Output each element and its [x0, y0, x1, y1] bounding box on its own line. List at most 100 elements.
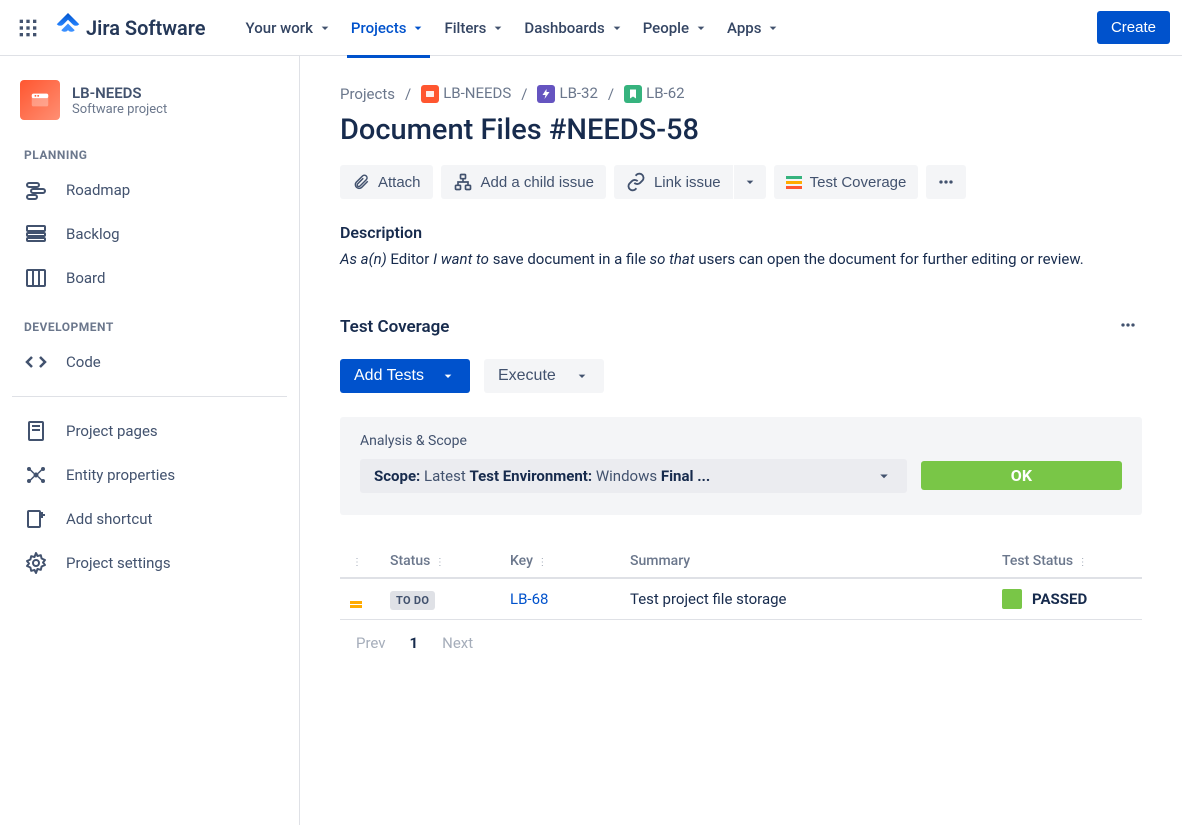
test-coverage-button[interactable]: Test Coverage	[774, 165, 919, 199]
main-content: Projects / LB-NEEDS / LB-32 / LB-62 Docu…	[300, 56, 1182, 825]
story-icon	[624, 85, 642, 103]
description-heading: Description	[340, 223, 1142, 242]
breadcrumb-epic[interactable]: LB-32	[537, 84, 597, 103]
create-button[interactable]: Create	[1097, 11, 1170, 44]
col-test-status[interactable]: Test Status ⋮	[992, 545, 1142, 578]
chevron-down-icon	[410, 20, 426, 36]
page-icon	[24, 419, 48, 443]
test-coverage-more-button[interactable]	[1114, 311, 1142, 343]
sidebar-item-entity-properties[interactable]: Entity properties	[12, 453, 287, 497]
nav-apps[interactable]: Apps	[719, 9, 789, 47]
board-icon	[24, 266, 48, 290]
project-header[interactable]: LB-NEEDS Software project	[12, 80, 287, 128]
nav-items: Your work Projects Filters Dashboards Pe…	[238, 9, 790, 47]
priority-medium-icon	[350, 601, 362, 608]
link-issue-group: Link issue	[614, 165, 766, 199]
test-coverage-heading: Test Coverage	[340, 317, 449, 337]
breadcrumb: Projects / LB-NEEDS / LB-32 / LB-62	[340, 84, 1142, 103]
summary-cell: Test project file storage	[620, 578, 992, 620]
chevron-down-icon	[490, 20, 506, 36]
issue-actions: Attach Add a child issue Link issue Test…	[340, 165, 1142, 199]
analysis-scope-box: Analysis & Scope Scope: Latest Test Envi…	[340, 417, 1142, 515]
project-type: Software project	[72, 102, 167, 117]
description-body[interactable]: As a(n) Editor I want to save document i…	[340, 248, 1142, 271]
nav-filters[interactable]: Filters	[436, 9, 514, 47]
analysis-scope-label: Analysis & Scope	[360, 433, 1122, 449]
chevron-down-icon	[574, 368, 590, 384]
breadcrumb-issue[interactable]: LB-62	[624, 84, 684, 103]
sidebar-section-development: DEVELOPMENT	[12, 300, 287, 340]
link-issue-dropdown[interactable]	[734, 165, 766, 199]
col-summary[interactable]: Summary	[620, 545, 992, 578]
chevron-down-icon	[742, 174, 758, 190]
jira-logo[interactable]: Jira Software	[48, 13, 214, 42]
more-actions-button[interactable]	[926, 165, 966, 199]
table-row[interactable]: TO DO LB-68 Test project file storage PA…	[340, 578, 1142, 620]
entity-icon	[24, 463, 48, 487]
test-status-text: PASSED	[1032, 590, 1087, 608]
col-status[interactable]: Status ⋮	[380, 545, 500, 578]
execute-button[interactable]: Execute	[484, 359, 604, 393]
issue-key-link[interactable]: LB-68	[510, 590, 548, 608]
add-shortcut-icon	[24, 507, 48, 531]
attach-icon	[352, 173, 370, 191]
scope-select[interactable]: Scope: Latest Test Environment: Windows …	[360, 459, 907, 493]
nav-dashboards[interactable]: Dashboards	[516, 9, 632, 47]
link-issue-button[interactable]: Link issue	[614, 165, 733, 199]
project-type-icon	[421, 85, 439, 103]
sidebar-item-add-shortcut[interactable]: Add shortcut	[12, 497, 287, 541]
attach-button[interactable]: Attach	[340, 165, 433, 199]
breadcrumb-projects[interactable]: Projects	[340, 85, 395, 103]
test-coverage-icon	[786, 176, 802, 189]
pagination-prev[interactable]: Prev	[356, 634, 386, 652]
pagination: Prev 1 Next	[340, 620, 1142, 666]
top-nav: Jira Software Your work Projects Filters…	[0, 0, 1182, 56]
child-issue-icon	[453, 172, 473, 192]
project-name: LB-NEEDS	[72, 84, 167, 102]
more-icon	[936, 172, 956, 192]
sidebar-section-planning: PLANNING	[12, 128, 287, 168]
test-coverage-actions: Add Tests Execute	[340, 359, 1142, 393]
test-coverage-table: ⋮ Status ⋮ Key ⋮ Summary Test Status ⋮ T…	[340, 545, 1142, 620]
status-square-passed	[1002, 589, 1022, 609]
chevron-down-icon	[440, 368, 456, 384]
add-tests-button[interactable]: Add Tests	[340, 359, 470, 393]
col-priority[interactable]: ⋮	[340, 545, 380, 578]
status-lozenge: TO DO	[390, 591, 435, 610]
nav-people[interactable]: People	[635, 9, 717, 47]
pagination-current: 1	[410, 634, 419, 652]
code-icon	[24, 350, 48, 374]
add-child-button[interactable]: Add a child issue	[441, 165, 606, 199]
breadcrumb-project[interactable]: LB-NEEDS	[421, 84, 511, 103]
nav-projects[interactable]: Projects	[343, 9, 435, 47]
jira-icon	[56, 13, 80, 42]
pagination-next[interactable]: Next	[442, 634, 473, 652]
sidebar-item-board[interactable]: Board	[12, 256, 287, 300]
roadmap-icon	[24, 178, 48, 202]
app-switcher-icon[interactable]	[12, 12, 44, 44]
more-icon	[1118, 315, 1138, 335]
sidebar-item-code[interactable]: Code	[12, 340, 287, 384]
page-title: Document Files #NEEDS-58	[340, 113, 1142, 147]
epic-icon	[537, 85, 555, 103]
link-icon	[626, 172, 646, 192]
sidebar: LB-NEEDS Software project PLANNING Roadm…	[0, 56, 300, 825]
sidebar-item-backlog[interactable]: Backlog	[12, 212, 287, 256]
project-avatar-icon	[20, 80, 60, 120]
test-coverage-header: Test Coverage	[340, 311, 1142, 343]
backlog-icon	[24, 222, 48, 246]
chevron-down-icon	[765, 20, 781, 36]
chevron-down-icon	[609, 20, 625, 36]
chevron-down-icon	[693, 20, 709, 36]
gear-icon	[24, 551, 48, 575]
sidebar-divider	[12, 396, 287, 397]
col-key[interactable]: Key ⋮	[500, 545, 620, 578]
sidebar-item-project-settings[interactable]: Project settings	[12, 541, 287, 585]
chevron-down-icon	[317, 20, 333, 36]
sidebar-item-project-pages[interactable]: Project pages	[12, 409, 287, 453]
sidebar-item-roadmap[interactable]: Roadmap	[12, 168, 287, 212]
logo-text: Jira Software	[86, 16, 206, 40]
coverage-status-pill: OK	[921, 461, 1122, 490]
chevron-down-icon	[875, 467, 893, 485]
nav-your-work[interactable]: Your work	[238, 9, 341, 47]
